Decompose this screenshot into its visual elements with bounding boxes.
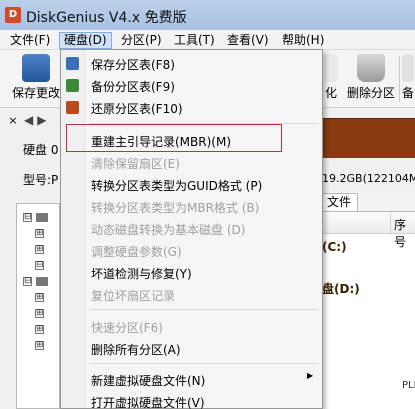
restore-table-icon bbox=[66, 101, 79, 114]
disk-label: 硬盘 0 bbox=[23, 143, 59, 157]
backup-icon bbox=[402, 54, 414, 82]
delete-partition-label: 删除分区 bbox=[346, 86, 395, 100]
tab-files[interactable]: 文件 bbox=[320, 193, 359, 211]
menu-partition[interactable]: 分区(P) bbox=[117, 32, 166, 49]
disk-nav-arrows-icon[interactable]: ◀▶ bbox=[24, 113, 50, 127]
submenu-arrow-icon: ▶ bbox=[307, 371, 314, 380]
tree-row[interactable]: ⊞ bbox=[35, 338, 48, 352]
app-window: D DiskGenius V4.x 免费版 文件(F) 硬盘(D) 分区(P) … bbox=[0, 0, 415, 409]
column-seq[interactable]: 序号 bbox=[394, 216, 415, 250]
backup-table-icon bbox=[66, 79, 79, 92]
diskgenius-logo-icon: D bbox=[5, 7, 21, 23]
menu-item-dynamic-to-basic[interactable]: 动态磁盘转换为基本磁盘 (D) bbox=[91, 221, 245, 238]
menu-bar: 文件(F) 硬盘(D) 分区(P) 工具(T) 查看(V) 帮助(H) bbox=[0, 30, 415, 50]
trash-icon bbox=[357, 54, 385, 82]
menu-item-save-partition-table[interactable]: 保存分区表(F8) bbox=[91, 56, 175, 73]
menu-disk[interactable]: 硬盘(D) bbox=[59, 32, 112, 49]
tab-strip: 文件 bbox=[320, 192, 415, 211]
menu-item-new-virtual-disk[interactable]: 新建虚拟硬盘文件(N) bbox=[91, 372, 205, 389]
menu-tools[interactable]: 工具(T) bbox=[170, 32, 219, 49]
tree-row[interactable]: ⊞ bbox=[35, 322, 48, 336]
save-changes-label: 保存更改 bbox=[12, 86, 60, 100]
tree-row[interactable]: ⊞ bbox=[35, 242, 48, 256]
close-icon[interactable]: × bbox=[6, 114, 20, 128]
disk-model-label: 型号:P bbox=[23, 173, 59, 187]
partition-bar[interactable] bbox=[320, 118, 415, 158]
menu-item-backup-partition-table[interactable]: 备份分区表(F9) bbox=[91, 78, 175, 95]
menu-item-quick-partition[interactable]: 快速分区(F6) bbox=[91, 319, 163, 336]
menu-separator bbox=[89, 363, 319, 364]
convert-basic-label: 化 bbox=[324, 86, 337, 100]
menu-item-bad-sector-check[interactable]: 坏道检测与修复(Y) bbox=[91, 265, 192, 282]
menu-item-adjust-disk-params[interactable]: 调整硬盘参数(G) bbox=[91, 243, 182, 260]
menu-help[interactable]: 帮助(H) bbox=[278, 32, 328, 49]
menu-item-reset-bad-sector-record[interactable]: 复位坏扇区记录 bbox=[91, 287, 175, 304]
tree-row[interactable]: ⊟ bbox=[35, 258, 48, 272]
backup-label: 备 bbox=[401, 86, 414, 100]
menu-item-open-virtual-disk[interactable]: 打开虚拟硬盘文件(V) bbox=[91, 394, 205, 409]
disk-menu-dropdown: 保存分区表(F8) 备份分区表(F9) 还原分区表(F10) 重建主引导记录(M… bbox=[60, 49, 323, 409]
highlight-annotation-box bbox=[66, 124, 282, 152]
menu-separator bbox=[89, 309, 319, 310]
save-disk-icon bbox=[22, 54, 50, 82]
table-row[interactable]: 盘(D:) bbox=[322, 280, 360, 297]
window-title: DiskGenius V4.x 免费版 bbox=[26, 10, 187, 26]
save-changes-button[interactable]: 保存更改 bbox=[12, 52, 60, 104]
tree-row[interactable]: ⊞ bbox=[35, 306, 48, 320]
tree-row[interactable]: ⊞ bbox=[35, 226, 48, 240]
backup-button[interactable]: 备 bbox=[401, 52, 415, 104]
disk-tree-pane: ⊟ ⊞ ⊞ ⊟ ⊟ ⊞ ⊞ ⊞ ⊞ bbox=[16, 203, 60, 409]
column-divider[interactable] bbox=[390, 212, 391, 234]
grid-header: 序号 bbox=[320, 212, 415, 249]
title-bar: D DiskGenius V4.x 免费版 bbox=[0, 0, 415, 30]
convert-icon bbox=[324, 54, 338, 82]
menu-item-restore-partition-table[interactable]: 还原分区表(F10) bbox=[91, 100, 183, 117]
tree-row[interactable]: ⊟ bbox=[23, 210, 48, 224]
menu-file[interactable]: 文件(F) bbox=[6, 32, 54, 49]
save-table-icon bbox=[66, 57, 79, 70]
table-row[interactable]: (C:) bbox=[322, 240, 347, 254]
menu-item-convert-to-guid[interactable]: 转换分区表类型为GUID格式 (P) bbox=[91, 177, 262, 194]
disk-icon bbox=[36, 276, 48, 286]
partition-grid: 序号 (C:) 盘(D:) PLE bbox=[320, 211, 415, 409]
disk-icon bbox=[36, 212, 48, 222]
menu-item-delete-all-partitions[interactable]: 删除所有分区(A) bbox=[91, 341, 181, 358]
disk-capacity: 19.2GB(122104MB) bbox=[322, 172, 415, 185]
tree-row[interactable]: ⊞ bbox=[35, 290, 48, 304]
tree-row[interactable]: ⊟ bbox=[23, 274, 48, 288]
delete-partition-button[interactable]: 删除分区 bbox=[344, 52, 398, 104]
menu-view[interactable]: 查看(V) bbox=[223, 32, 273, 49]
menu-item-convert-to-mbr[interactable]: 转换分区表类型为MBR格式 (B) bbox=[91, 199, 259, 216]
grid-footer-text: PLE bbox=[402, 380, 415, 391]
convert-basic-button[interactable]: 化 bbox=[322, 52, 340, 104]
toolbar-separator bbox=[399, 56, 400, 102]
menu-item-clear-reserved-sectors[interactable]: 清除保留扇区(E) bbox=[91, 155, 180, 172]
